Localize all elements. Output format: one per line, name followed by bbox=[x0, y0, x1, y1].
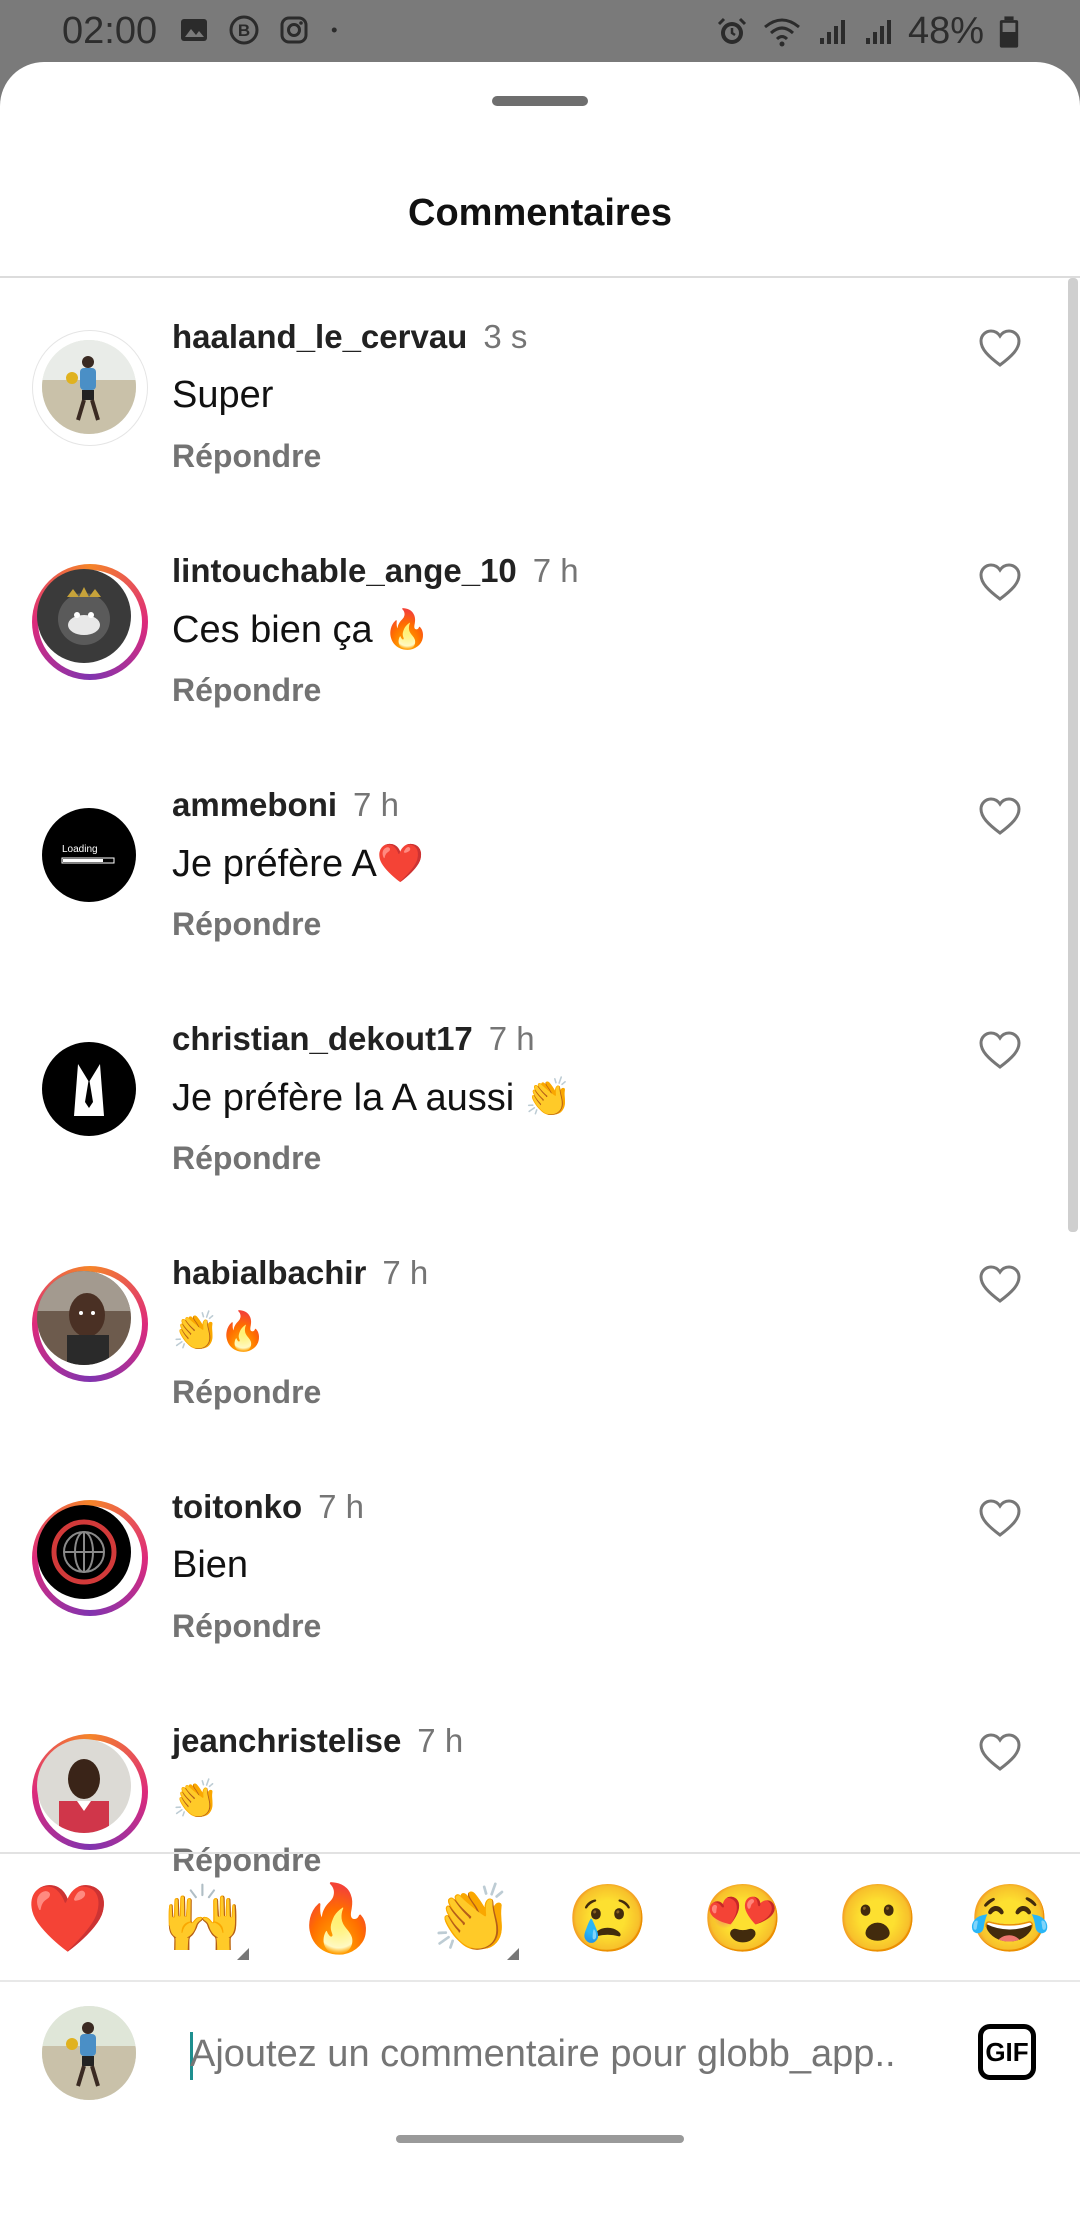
heart-icon[interactable] bbox=[978, 1732, 1022, 1772]
my-avatar[interactable] bbox=[42, 2006, 136, 2100]
reaction-clap[interactable]: 👏 bbox=[431, 1876, 515, 1960]
comment-username[interactable]: jeanchristelise 7 h bbox=[172, 1722, 463, 1760]
comment-text: Je préfère la A aussi 👏 bbox=[172, 1077, 573, 1119]
comment-time: 7 h bbox=[318, 1488, 365, 1525]
reaction-crying[interactable]: 😢 bbox=[566, 1876, 650, 1960]
comment-username[interactable]: christian_dekout17 7 h bbox=[172, 1020, 535, 1058]
gallery-icon bbox=[181, 19, 207, 41]
svg-text:B: B bbox=[238, 21, 250, 40]
comment-username[interactable]: lintouchable_ange_10 7 h bbox=[172, 552, 579, 590]
comment-text: Ces bien ça 🔥 bbox=[172, 609, 431, 651]
reply-button[interactable]: Répondre bbox=[172, 1608, 321, 1645]
avatar[interactable] bbox=[32, 1500, 148, 1616]
comments-sheet: Commentaires haaland_le_cervau 3 s Super… bbox=[0, 62, 1080, 2220]
reaction-heart-eyes[interactable]: 😍 bbox=[701, 1876, 785, 1960]
comment-username[interactable]: haaland_le_cervau 3 s bbox=[172, 318, 527, 356]
battery-percent: 48% bbox=[907, 10, 984, 52]
divider bbox=[0, 1980, 1080, 1982]
avatar-photo bbox=[42, 1042, 136, 1136]
comment-time: 7 h bbox=[417, 1722, 464, 1759]
status-bar: 02:00 B 48% bbox=[0, 0, 1080, 64]
heart-icon[interactable] bbox=[978, 562, 1022, 602]
comment-time: 7 h bbox=[488, 1020, 535, 1057]
avatar[interactable] bbox=[32, 330, 148, 446]
comment-username[interactable]: ammeboni 7 h bbox=[172, 786, 399, 824]
sheet-grabber[interactable] bbox=[492, 96, 588, 106]
avatar-photo bbox=[37, 1505, 131, 1599]
heart-icon[interactable] bbox=[978, 1264, 1022, 1304]
comment-input[interactable] bbox=[190, 2026, 940, 2082]
avatar-photo: Loading bbox=[42, 808, 136, 902]
reaction-heart[interactable]: ❤️ bbox=[26, 1876, 110, 1960]
status-left-icons: B bbox=[178, 14, 348, 46]
b-icon: B bbox=[229, 15, 259, 45]
reply-button[interactable]: Répondre bbox=[172, 1374, 321, 1411]
reply-button[interactable]: Répondre bbox=[172, 438, 321, 475]
avatar[interactable] bbox=[32, 1734, 148, 1850]
comment-text: 👏🔥 bbox=[172, 1311, 267, 1353]
avatar-loading-text: Loading bbox=[62, 844, 98, 855]
variant-indicator bbox=[507, 1948, 519, 1960]
dot-icon bbox=[331, 27, 337, 33]
heart-icon[interactable] bbox=[978, 328, 1022, 368]
comment-text: 👏 bbox=[172, 1779, 220, 1821]
comment-item: christian_dekout17 7 h Je préfère la A au… bbox=[0, 980, 1060, 1214]
battery-icon bbox=[999, 15, 1019, 48]
gif-button[interactable]: GIF bbox=[978, 2024, 1036, 2080]
comment-username[interactable]: habialbachir 7 h bbox=[172, 1254, 428, 1292]
reply-button[interactable]: Répondre bbox=[172, 1140, 321, 1177]
sheet-title: Commentaires bbox=[408, 192, 672, 234]
comment-item: lintouchable_ange_10 7 h Ces bien ça 🔥 Ré… bbox=[0, 512, 1060, 746]
heart-icon[interactable] bbox=[978, 1030, 1022, 1070]
reply-button[interactable]: Répondre bbox=[172, 672, 321, 709]
signal-icon bbox=[819, 19, 845, 44]
comment-item: toitonko 7 h Bien Répondre bbox=[0, 1448, 1060, 1682]
avatar[interactable] bbox=[32, 1032, 148, 1148]
avatar[interactable] bbox=[32, 1266, 148, 1382]
variant-indicator bbox=[237, 1948, 249, 1960]
avatar-photo bbox=[37, 1271, 131, 1365]
reaction-tears-of-joy[interactable]: 😂 bbox=[968, 1876, 1052, 1960]
comment-list: haaland_le_cervau 3 s Super Répondre lint… bbox=[0, 278, 1080, 1908]
home-indicator[interactable] bbox=[396, 2135, 684, 2143]
avatar[interactable] bbox=[32, 564, 148, 680]
avatar-photo bbox=[37, 569, 131, 663]
instagram-icon bbox=[280, 16, 308, 44]
comment-time: 7 h bbox=[532, 552, 579, 589]
comment-time: 7 h bbox=[353, 786, 399, 823]
avatar[interactable]: Loading bbox=[32, 798, 148, 914]
comment-item: Loading ammeboni 7 h Je préfère A❤️ Répon… bbox=[0, 746, 1060, 980]
comment-time: 3 s bbox=[483, 318, 528, 355]
reply-button[interactable]: Répondre bbox=[172, 906, 321, 943]
comment-time: 7 h bbox=[382, 1254, 429, 1291]
heart-icon[interactable] bbox=[978, 1498, 1022, 1538]
avatar-photo bbox=[42, 340, 136, 434]
comment-text: Bien bbox=[172, 1544, 249, 1586]
reaction-fire[interactable]: 🔥 bbox=[296, 1876, 380, 1960]
status-right-icons: 48% bbox=[716, 10, 1020, 53]
alarm-icon bbox=[717, 17, 746, 44]
heart-icon[interactable] bbox=[978, 796, 1022, 836]
comment-item: habialbachir 7 h 👏🔥 Répondre bbox=[0, 1214, 1060, 1448]
comment-item: haaland_le_cervau 3 s Super Répondre bbox=[0, 278, 1060, 512]
wifi-icon bbox=[763, 18, 800, 46]
signal-icon bbox=[865, 19, 891, 44]
avatar-photo bbox=[37, 1739, 131, 1833]
reaction-surprised[interactable]: 😮 bbox=[836, 1876, 920, 1960]
status-time: 02:00 bbox=[62, 10, 158, 52]
comment-text: Super bbox=[172, 374, 274, 416]
quick-reactions: ❤️ 🙌 🔥 👏 😢 😍 😮 😂 bbox=[0, 1854, 1080, 1982]
comment-text: Je préfère A❤️ bbox=[172, 843, 425, 885]
reaction-raised-hands[interactable]: 🙌 bbox=[161, 1876, 245, 1960]
comment-username[interactable]: toitonko 7 h bbox=[172, 1488, 364, 1526]
